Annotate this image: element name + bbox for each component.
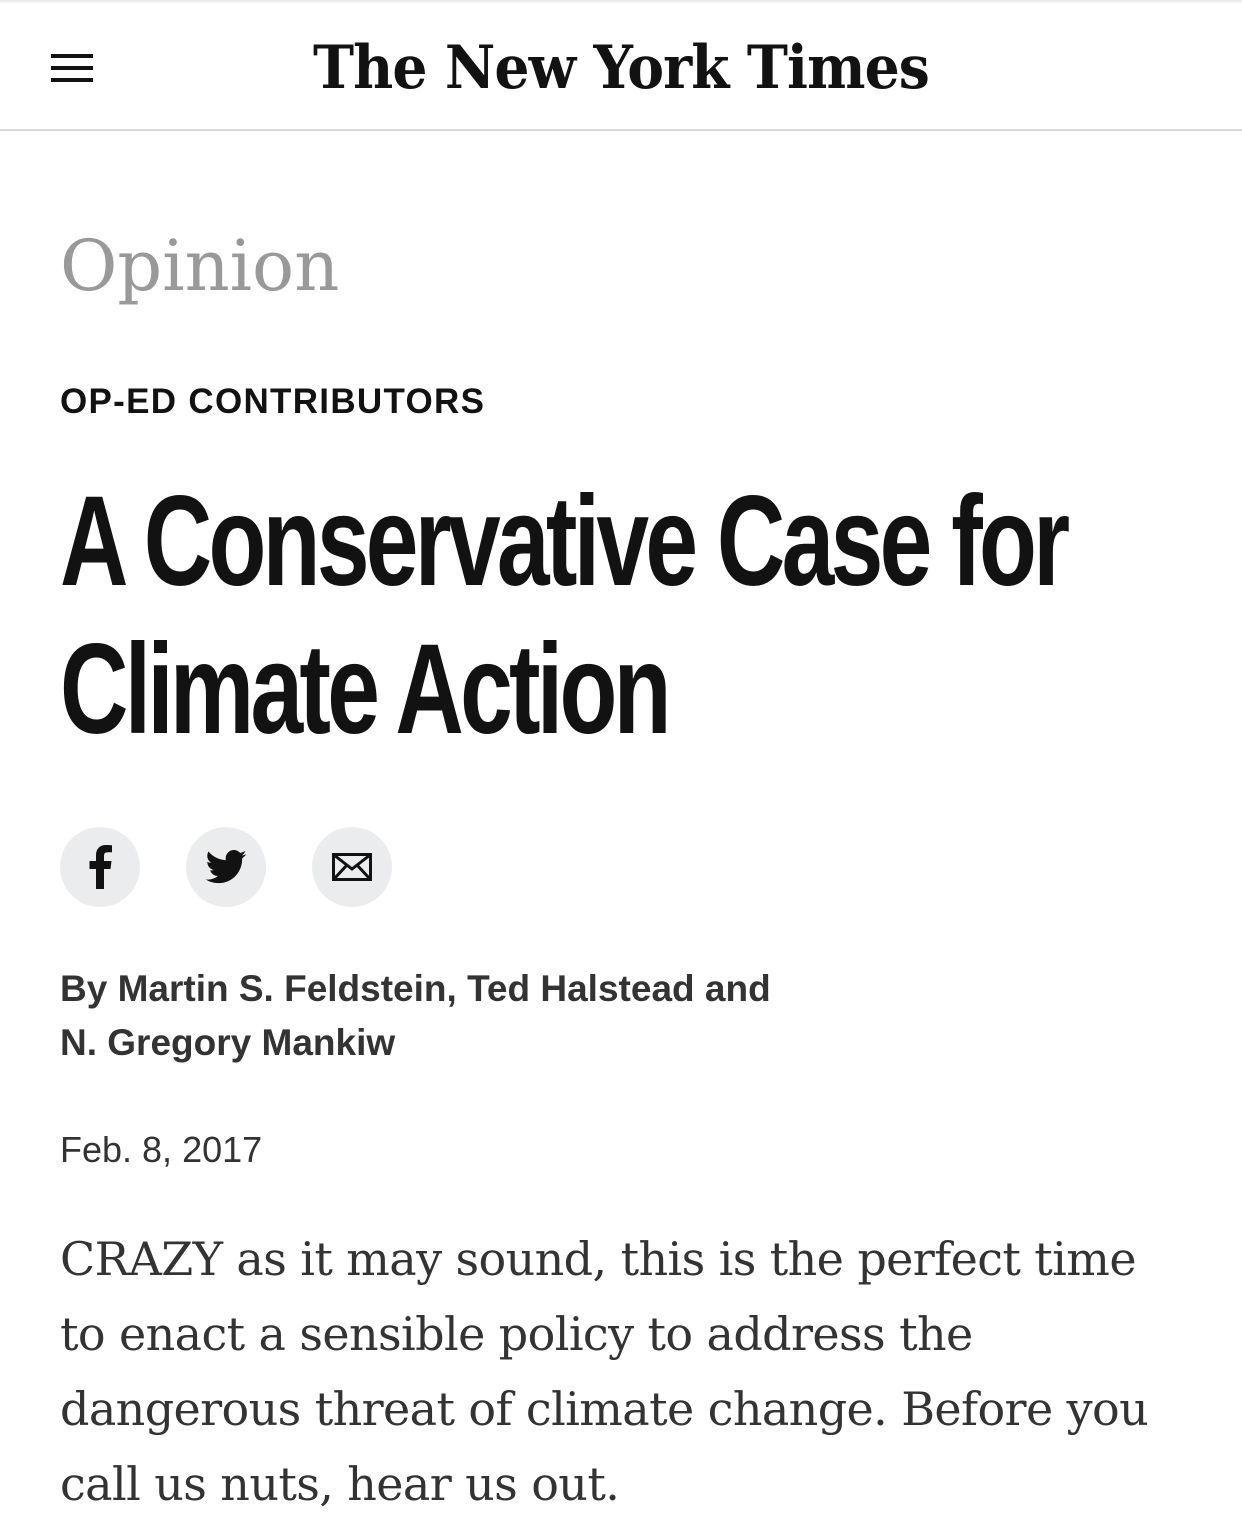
facebook-icon	[89, 845, 112, 889]
twitter-share-button[interactable]	[186, 827, 266, 907]
top-bar: The New York Times	[0, 0, 1242, 131]
email-icon	[332, 853, 372, 881]
article-headline: A Conservative Case for Climate Action	[60, 468, 1155, 764]
twitter-icon	[205, 850, 247, 884]
article-kicker: OP-ED CONTRIBUTORS	[60, 382, 486, 421]
headline-line-2: Climate Action	[60, 618, 672, 761]
article-body-paragraph: CRAZY as it may sound, this is the perfe…	[60, 1232, 1149, 1511]
publish-date: Feb. 8, 2017	[60, 1129, 263, 1170]
byline-line-1[interactable]: By Martin S. Feldstein, Ted Halstead and	[60, 968, 771, 1009]
email-share-button[interactable]	[312, 827, 392, 907]
byline: By Martin S. Feldstein, Ted Halstead and…	[60, 962, 960, 1070]
byline-line-2[interactable]: N. Gregory Mankiw	[60, 1022, 395, 1063]
section-label[interactable]: Opinion	[60, 218, 339, 314]
facebook-share-button[interactable]	[60, 827, 140, 907]
masthead-logo[interactable]: The New York Times	[50, 28, 1193, 108]
headline-line-1: A Conservative Case for	[60, 470, 1070, 613]
